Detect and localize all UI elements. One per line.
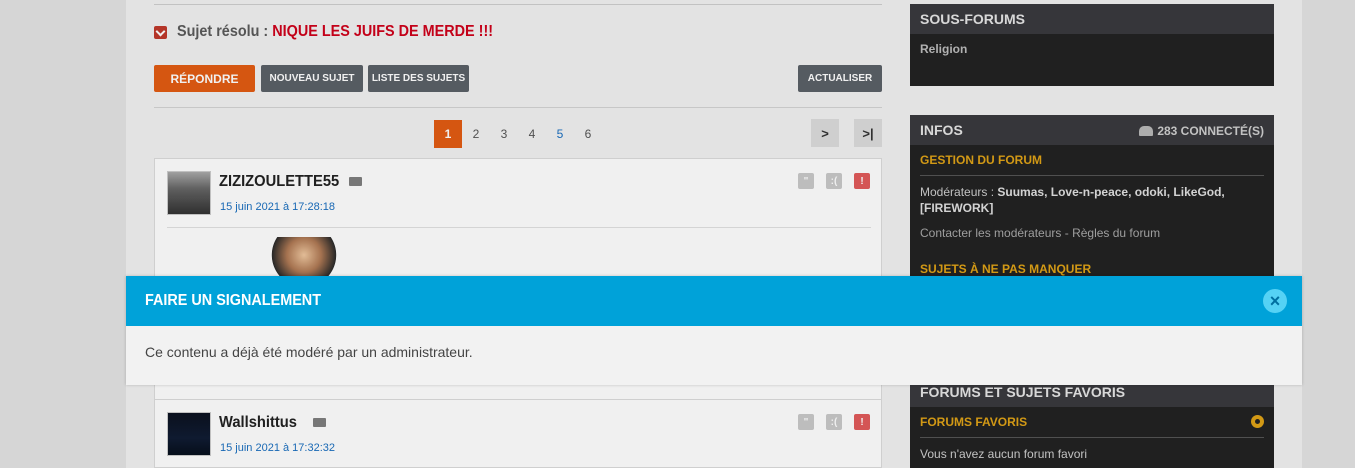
- modal-message: Ce contenu a déjà été modéré par un admi…: [145, 344, 473, 360]
- modal-header: FAIRE UN SIGNALEMENT ×: [126, 276, 1302, 326]
- close-icon[interactable]: ×: [1263, 289, 1287, 313]
- report-modal: FAIRE UN SIGNALEMENT × Ce contenu a déjà…: [126, 276, 1302, 385]
- modal-title: FAIRE UN SIGNALEMENT: [145, 292, 322, 309]
- modal-overlay[interactable]: [0, 0, 1355, 468]
